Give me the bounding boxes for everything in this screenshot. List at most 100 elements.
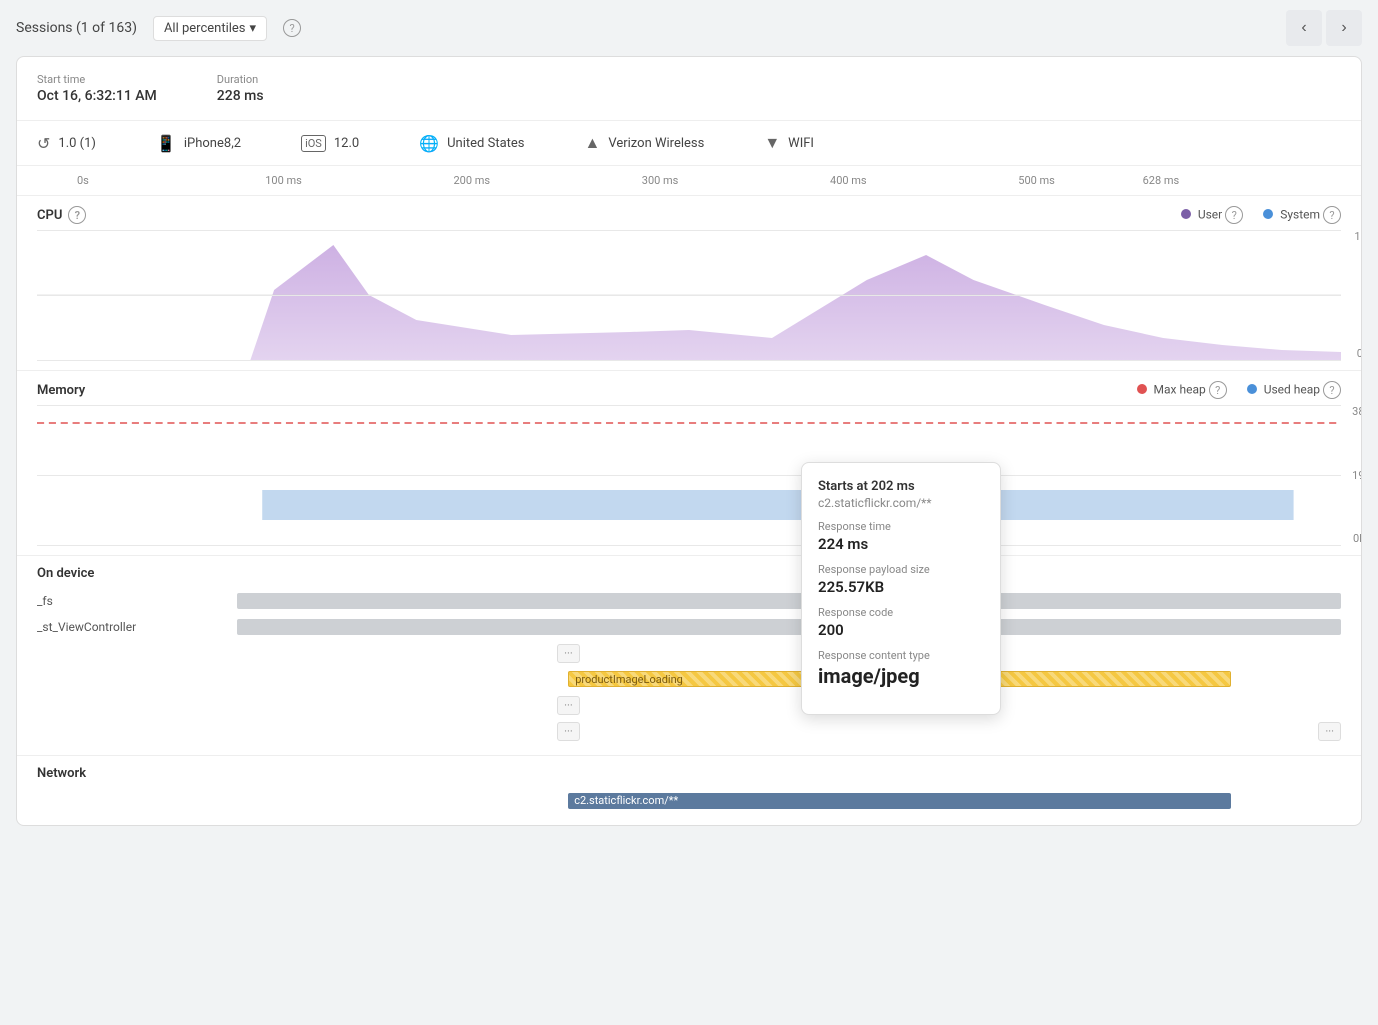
percentile-label: All percentiles <box>164 21 246 36</box>
mem-y-bot: 0B <box>1353 532 1362 545</box>
trace-bar-vc-container <box>237 618 1341 636</box>
trace-row-expand2: ··· <box>37 693 1341 717</box>
mem-y-mid: 19.41 MB <box>1352 469 1362 482</box>
used-heap-dot <box>1247 384 1257 394</box>
cpu-section: CPU ? User ? System ? <box>17 196 1361 371</box>
device-row: ↺ 1.0 (1) 📱 iPhone8,2 iOS 12.0 🌐 United … <box>17 121 1361 166</box>
expand-btn-end[interactable]: ··· <box>1318 722 1341 741</box>
cpu-section-header: CPU ? User ? System ? <box>17 196 1361 230</box>
tooltip-code: Response code 200 <box>818 606 984 639</box>
cpu-grid-mid <box>37 295 1341 296</box>
tooltip-url: c2.staticflickr.com/** <box>818 496 984 510</box>
cpu-grid-top <box>37 230 1341 231</box>
percentile-dropdown[interactable]: All percentiles ▾ <box>153 16 267 41</box>
cpu-user-legend: User ? <box>1181 206 1243 224</box>
used-heap-help[interactable]: ? <box>1323 381 1341 399</box>
network-url-label: c2.staticflickr.com/** <box>568 794 684 807</box>
wifi-icon: ▼ <box>764 133 780 153</box>
network-section: Network c2.staticflickr.com/** <box>17 756 1361 825</box>
tick-200: 200 ms <box>454 174 491 187</box>
trace-bar-fs-container <box>237 592 1341 610</box>
globe-icon: 🌐 <box>419 134 439 153</box>
signal-icon: ▲ <box>585 133 601 153</box>
duration-block: Duration 228 ms <box>217 73 264 104</box>
user-legend-dot <box>1181 209 1191 219</box>
product-image-label: productImageLoading <box>569 673 689 686</box>
carrier-item: ▲ Verizon Wireless <box>585 133 705 153</box>
cpu-grid-bot <box>37 360 1341 361</box>
trace-label-vc: _st_ViewController <box>37 620 237 634</box>
wifi-item: ▼ WIFI <box>764 133 814 153</box>
trace-bar-product-container: productImageLoading <box>237 670 1341 688</box>
help-icon[interactable]: ? <box>283 19 301 37</box>
cpu-y-bot: 0% <box>1357 347 1362 360</box>
mem-y-top: 38.83 MB <box>1352 405 1362 418</box>
os-value: 12.0 <box>334 136 359 151</box>
network-bar: c2.staticflickr.com/** <box>568 793 1230 809</box>
cpu-title: CPU ? <box>37 206 86 224</box>
cpu-area-path <box>37 245 1341 360</box>
mem-grid-top <box>37 405 1341 406</box>
max-heap-dot <box>1137 384 1147 394</box>
trace-row-fs: _fs <box>37 589 1341 613</box>
cpu-help-icon[interactable]: ? <box>68 206 86 224</box>
tooltip-response-time: Response time 224 ms <box>818 520 984 553</box>
tooltip-response-value: 224 ms <box>818 535 984 553</box>
ios-icon: iOS <box>301 135 326 152</box>
expand-btn-1[interactable]: ··· <box>557 644 580 663</box>
prev-button[interactable]: ‹ <box>1286 10 1322 46</box>
start-time-block: Start time Oct 16, 6:32:11 AM <box>37 73 157 104</box>
cpu-legend: User ? System ? <box>1181 206 1341 224</box>
trace-row-expand1: ··· <box>37 641 1341 665</box>
top-bar-left: Sessions (1 of 163) All percentiles ▾ ? <box>16 16 301 41</box>
cpu-chart-area: 191.46 % 95.73% 0% <box>37 230 1341 360</box>
timeline-ruler: 0s 100 ms 200 ms 300 ms 400 ms 500 ms 62… <box>17 166 1361 196</box>
memory-chart-area: 38.83 MB 19.41 MB 0B <box>37 405 1341 545</box>
version-icon: ↺ <box>37 134 50 153</box>
ruler-inner: 0s 100 ms 200 ms 300 ms 400 ms 500 ms 62… <box>77 174 1261 195</box>
phone-icon: 📱 <box>156 134 176 153</box>
max-heap-legend: Max heap ? <box>1137 381 1227 399</box>
user-help-icon[interactable]: ? <box>1225 206 1243 224</box>
tooltip-starts: Starts at 202 ms c2.staticflickr.com/** <box>818 479 984 510</box>
tooltip-starts-label: Starts at 202 ms <box>818 479 984 494</box>
duration-value: 228 ms <box>217 88 264 104</box>
trace-bar-vc <box>237 619 1341 635</box>
duration-label: Duration <box>217 73 264 86</box>
tooltip-content-type-value: image/jpeg <box>818 664 984 688</box>
mem-grid-bot <box>37 545 1341 546</box>
trace-row-expand3: ··· ··· <box>37 719 1341 743</box>
trace-bar-fs <box>237 593 1341 609</box>
tooltip-response-label: Response time <box>818 520 984 533</box>
card-header: Start time Oct 16, 6:32:11 AM Duration 2… <box>17 57 1361 121</box>
next-button[interactable]: › <box>1326 10 1362 46</box>
top-bar: Sessions (1 of 163) All percentiles ▾ ? … <box>0 0 1378 56</box>
device-value: iPhone8,2 <box>184 136 241 151</box>
network-trace-row: c2.staticflickr.com/** <box>37 789 1341 813</box>
tooltip-content-type: Response content type image/jpeg <box>818 649 984 688</box>
version-item: ↺ 1.0 (1) <box>37 134 96 153</box>
country-value: United States <box>447 136 524 151</box>
tick-0: 0s <box>77 174 89 187</box>
tooltip-content-type-label: Response content type <box>818 649 984 662</box>
tick-628: 628 ms <box>1143 174 1180 187</box>
tooltip-code-value: 200 <box>818 621 984 639</box>
cpu-system-legend: System ? <box>1263 206 1341 224</box>
trace-expand1-container: ··· <box>237 644 1341 662</box>
system-help-icon[interactable]: ? <box>1323 206 1341 224</box>
start-time-label: Start time <box>37 73 157 86</box>
trace-row-product: productImageLoading <box>37 667 1341 691</box>
max-heap-help[interactable]: ? <box>1209 381 1227 399</box>
memory-title: Memory <box>37 383 85 398</box>
carrier-value: Verizon Wireless <box>608 136 704 151</box>
used-heap-legend: Used heap ? <box>1247 381 1341 399</box>
nav-buttons: ‹ › <box>1286 10 1362 46</box>
chevron-down-icon: ▾ <box>250 21 257 36</box>
system-legend-dot <box>1263 209 1273 219</box>
memory-section: Memory Max heap ? Used heap ? <box>17 371 1361 556</box>
expand-btn-3[interactable]: ··· <box>557 722 580 741</box>
memory-legend: Max heap ? Used heap ? <box>1137 381 1341 399</box>
tooltip-payload-value: 225.57KB <box>818 578 984 596</box>
tick-100: 100 ms <box>265 174 302 187</box>
expand-btn-2[interactable]: ··· <box>557 696 580 715</box>
